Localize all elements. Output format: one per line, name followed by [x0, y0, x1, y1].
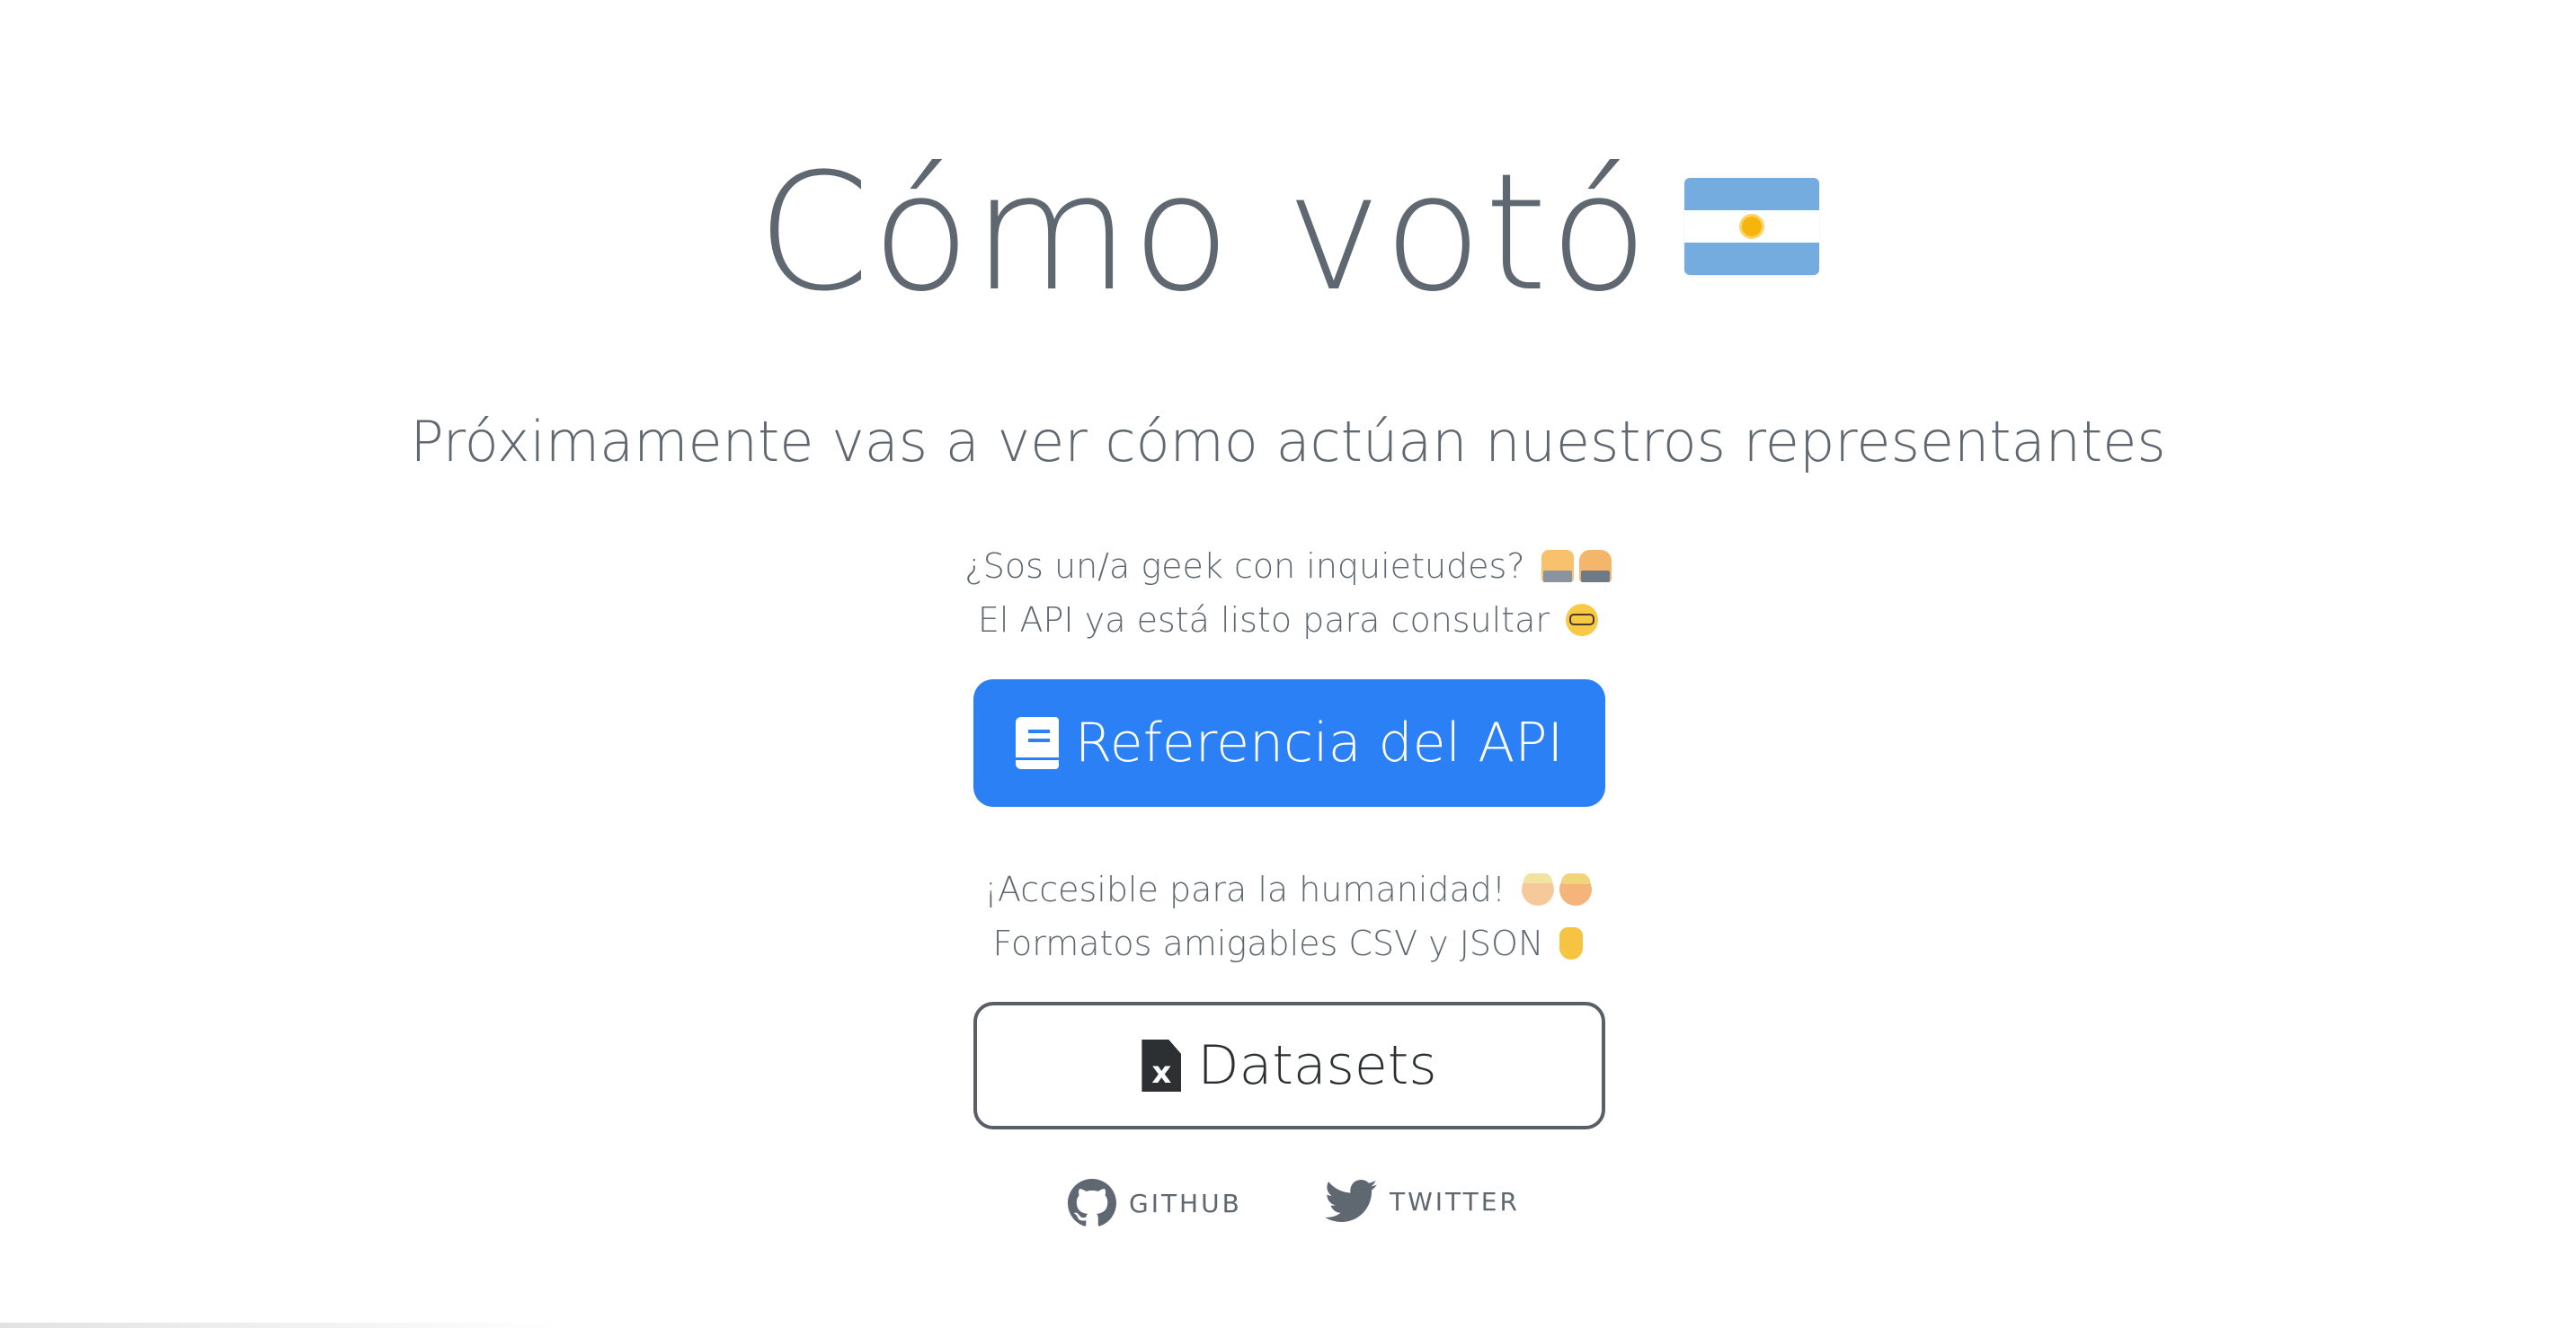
api-reference-button-label: Referencia del API — [1074, 712, 1564, 775]
page-title: Cómo votó — [0, 153, 2576, 314]
older-person-icon — [1522, 872, 1555, 906]
api-blurb-text-1: ¿Sos un/a geek con inquietudes? — [964, 546, 1525, 586]
api-reference-button[interactable]: Referencia del API — [973, 679, 1605, 807]
landing-page: Cómo votó Próximamente vas a ver cómo ac… — [0, 0, 2576, 1328]
datasets-blurb: ¡Accesible para la humanidad! Formatos a… — [0, 863, 2576, 970]
bottom-divider — [0, 1323, 557, 1328]
datasets-button-label: Datasets — [1197, 1034, 1437, 1097]
datasets-blurb-line-2: Formatos amigables CSV y JSON — [0, 916, 2576, 970]
datasets-blurb-text-2: Formatos amigables CSV y JSON — [992, 924, 1544, 963]
api-blurb: ¿Sos un/a geek con inquietudes? El API y… — [0, 539, 2576, 647]
twitter-link[interactable]: TWITTER — [1325, 1179, 1520, 1224]
book-icon — [1015, 717, 1059, 769]
github-link-label: GITHUB — [1129, 1188, 1242, 1218]
twitter-icon — [1325, 1180, 1377, 1222]
datasets-button[interactable]: x Datasets — [973, 1002, 1605, 1129]
datasets-blurb-line-1: ¡Accesible para la humanidad! — [0, 863, 2576, 916]
page-title-text: Cómo votó — [757, 139, 1650, 327]
twitter-link-label: TWITTER — [1390, 1186, 1520, 1217]
github-link[interactable]: GITHUB — [1068, 1179, 1242, 1227]
nerd-face-icon — [1566, 603, 1599, 636]
api-blurb-text-2: El API ya está listo para consultar — [977, 600, 1550, 640]
argentina-flag-icon — [1683, 177, 1819, 275]
page-subtitle: Próximamente vas a ver cómo actúan nuest… — [410, 409, 2166, 474]
man-icon — [1559, 872, 1593, 906]
api-blurb-line-1: ¿Sos un/a geek con inquietudes? — [0, 539, 2576, 593]
pointing-down-icon — [1559, 926, 1584, 960]
github-icon — [1068, 1179, 1116, 1226]
technologist-woman-icon — [1578, 549, 1612, 582]
excel-file-icon: x — [1141, 1040, 1182, 1092]
api-blurb-line-2: El API ya está listo para consultar — [0, 593, 2576, 647]
technologist-man-icon — [1541, 549, 1574, 582]
datasets-blurb-text-1: ¡Accesible para la humanidad! — [983, 870, 1506, 909]
